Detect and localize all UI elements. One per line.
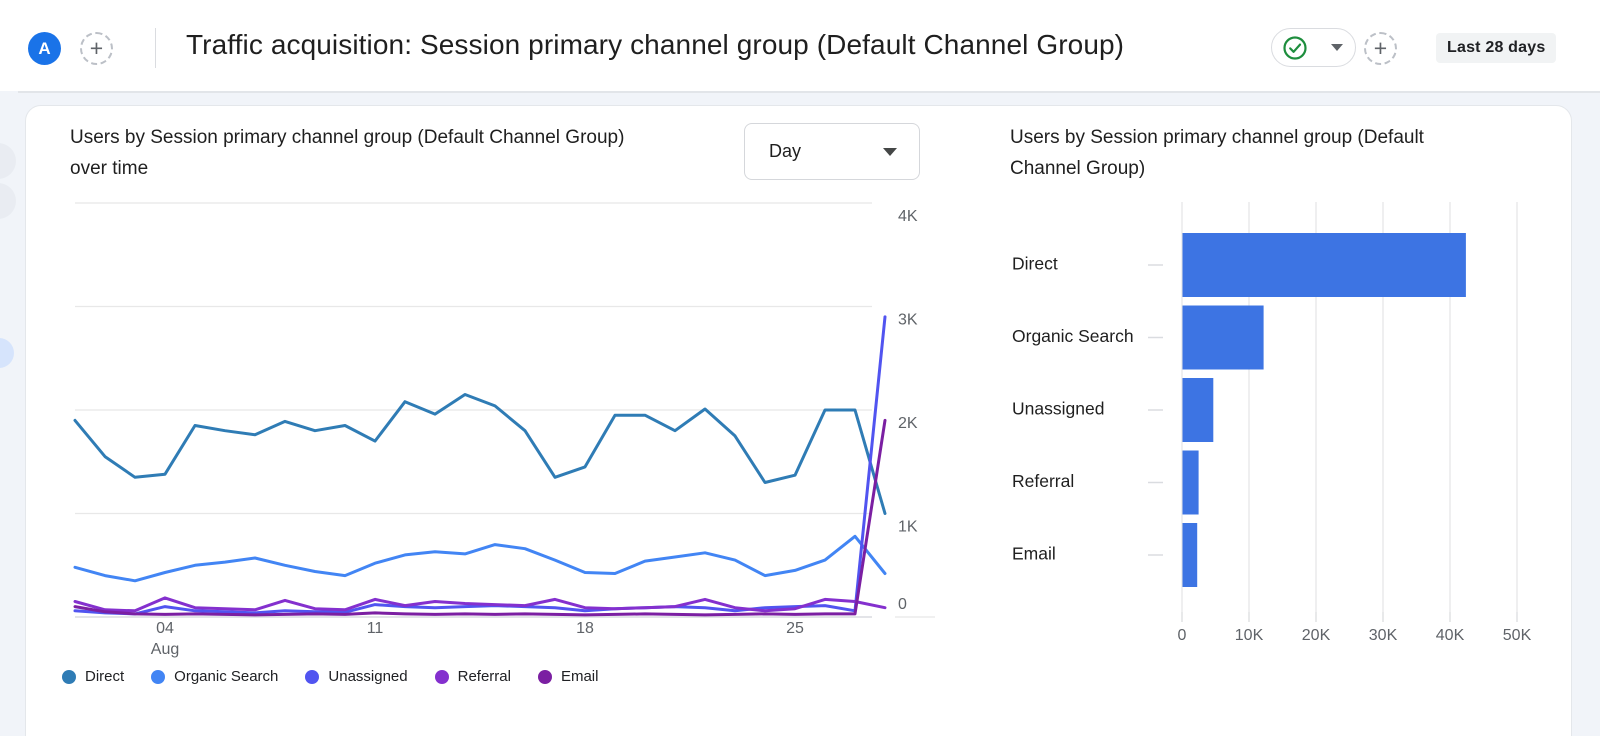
granularity-value: Day [769,141,801,162]
x-axis-sublabel: Aug [151,641,179,658]
legend-dot-icon [151,670,165,684]
dropdown-caret-icon [883,148,897,156]
bar-category-label: Unassigned [1012,399,1104,419]
line-series-email [75,420,885,615]
left-rail-fragment [0,183,16,219]
y-axis-label: 3K [898,312,918,329]
header-bar: A + Traffic acquisition: Session primary… [0,0,1600,91]
line-chart-title: Users by Session primary channel group (… [70,122,720,184]
page-title: Traffic acquisition: Session primary cha… [186,29,1124,61]
bar-referral [1183,451,1199,515]
bar-category-label: Referral [1012,471,1074,491]
y-axis-label: 4K [898,208,918,225]
x-axis-label: 40K [1436,627,1465,644]
line-chart-title-line2: over time [70,153,720,184]
x-axis-label: 30K [1369,627,1398,644]
line-series-organic-search [75,536,885,581]
bar-category-label: Organic Search [1012,326,1134,346]
legend-label: Organic Search [174,668,278,685]
legend-dot-icon [305,670,319,684]
legend-item-organic-search: Organic Search [151,668,278,685]
line-chart-title-line1: Users by Session primary channel group (… [70,122,720,153]
legend-label: Direct [85,668,124,685]
x-axis-label: 10K [1235,627,1264,644]
legend-dot-icon [62,670,76,684]
bar-direct [1183,233,1466,297]
y-axis-label: 1K [898,519,918,536]
legend-label: Unassigned [328,668,407,685]
line-chart-legend: Direct Organic Search Unassigned Referral Em… [62,668,598,685]
line-series-direct [75,395,885,514]
x-axis-label: 50K [1503,627,1532,644]
add-comparison-button[interactable]: + [80,32,113,65]
date-range-badge: Last 28 days [1436,33,1556,63]
legend-item-email: Email [538,668,599,685]
legend-item-direct: Direct [62,668,124,685]
bar-chart: 0 10K 20K 30K 40K 50K Direct Organic Search Unas… [1000,190,1560,660]
x-axis-label: 20K [1302,627,1331,644]
bar-organic-search [1183,306,1264,370]
x-axis-label: 25 [786,620,804,637]
avatar[interactable]: A [28,32,61,65]
screenshot-root: A + Traffic acquisition: Session primary… [0,0,1600,736]
legend-dot-icon [538,670,552,684]
header-divider [155,28,156,68]
bar-category-label: Direct [1012,254,1058,274]
bar-chart-title: Users by Session primary channel group (… [1010,122,1490,184]
legend-label: Email [561,668,599,685]
granularity-dropdown[interactable]: Day [744,123,920,180]
check-circle-icon [1282,35,1308,61]
line-chart: 0 1K 2K 3K 4K 04 Aug 11 18 25 [60,195,940,675]
bar-chart-svg: 0 10K 20K 30K 40K 50K Direct Organic Search Unas… [1000,190,1560,660]
add-widget-button[interactable]: + [1364,32,1397,65]
chevron-down-icon[interactable] [1331,44,1343,51]
line-chart-svg: 0 1K 2K 3K 4K 04 Aug 11 18 25 [60,195,940,675]
x-axis-label: 11 [367,620,384,637]
legend-label: Referral [458,668,511,685]
legend-item-unassigned: Unassigned [305,668,407,685]
y-axis-label: 2K [898,415,918,432]
left-rail-fragment [0,338,14,368]
x-axis-label: 0 [1178,627,1187,644]
x-axis-label: 04 [156,620,174,637]
x-axis-label: 18 [576,620,594,637]
left-rail-fragment [0,143,16,179]
bar-email [1183,523,1198,587]
bar-unassigned [1183,378,1214,442]
y-axis-label: 0 [898,596,907,613]
legend-item-referral: Referral [435,668,511,685]
legend-dot-icon [435,670,449,684]
header-bottom-divider [18,91,1600,93]
approval-status-button[interactable] [1271,28,1356,67]
line-series-unassigned [75,317,885,614]
bar-category-label: Email [1012,544,1056,564]
